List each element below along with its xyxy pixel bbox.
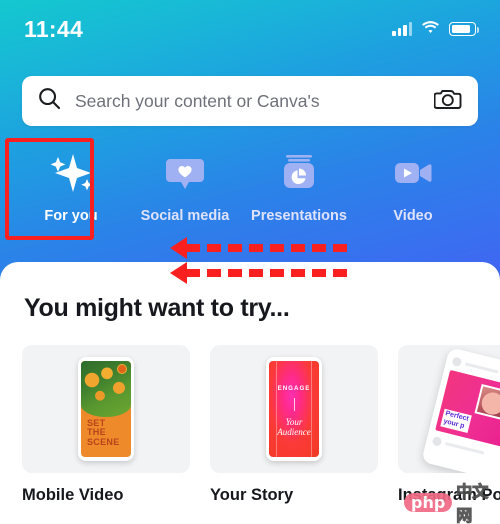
card-label: Instagram Po: [398, 486, 500, 504]
card-thumbnail[interactable]: ENGAGE Your Audience: [210, 345, 378, 473]
avatar: [451, 356, 463, 368]
placeholder-line: [464, 362, 499, 374]
annotation-arrow-upper: [170, 237, 347, 259]
category-item-for-you[interactable]: For you: [14, 140, 128, 224]
category-item-video[interactable]: Video: [356, 140, 470, 224]
phone-mockup: Perfect your p: [421, 347, 500, 473]
signal-bars-icon: [392, 22, 412, 36]
template-card-list: SET THE SCENE Mobile Video ENGAGE Your A…: [22, 345, 500, 505]
post-photo: [474, 383, 500, 425]
camera-icon[interactable]: [433, 87, 462, 115]
battery-icon: [449, 22, 479, 36]
card-thumbnail[interactable]: Perfect your p: [398, 345, 500, 473]
phone-mockup: ENGAGE Your Audience: [266, 357, 322, 461]
avatar: [431, 435, 443, 447]
card-thumbnail[interactable]: SET THE SCENE: [22, 345, 190, 473]
template-card-instagram-post[interactable]: Perfect your p Instagram Po: [398, 345, 500, 505]
annotation-arrow-lower: [170, 262, 347, 284]
thumb-caption: Perfect your p: [440, 408, 472, 433]
page-title: You might want to try...: [24, 294, 290, 322]
divider: [293, 398, 295, 411]
content-sheet: You might want to try... SET THE SCENE M…: [0, 262, 500, 524]
sparkle-icon: [43, 150, 99, 196]
wifi-icon: [421, 20, 440, 39]
phone-mockup: SET THE SCENE: [78, 357, 134, 461]
canva-home-screen: 11:44 Search your content or Canva's For…: [0, 0, 500, 524]
category-item-presentations[interactable]: Presentations: [242, 140, 356, 224]
thumb-headline: SET THE SCENE: [87, 417, 120, 447]
category-label: For you: [44, 208, 98, 224]
thumb-audience-text: Your Audience: [277, 417, 311, 437]
placeholder-line: [444, 441, 485, 455]
thumb-engage-text: ENGAGE: [277, 385, 311, 392]
search-bar[interactable]: Search your content or Canva's: [22, 76, 478, 126]
orange-badge-icon: [117, 364, 127, 374]
category-item-print[interactable]: Pr: [470, 140, 500, 224]
category-label: Presentations: [251, 208, 347, 224]
category-item-social-media[interactable]: Social media: [128, 140, 242, 224]
presentation-chart-icon: [276, 150, 322, 196]
status-bar: 11:44: [0, 0, 500, 58]
category-label: Video: [393, 208, 433, 224]
category-label: Social media: [140, 208, 230, 224]
search-icon: [38, 87, 61, 115]
status-time: 11:44: [24, 15, 84, 42]
card-label: Your Story: [210, 486, 294, 504]
heart-bubble-icon: [162, 150, 208, 196]
card-label: Mobile Video: [22, 486, 124, 504]
search-input[interactable]: Search your content or Canva's: [75, 91, 434, 112]
status-icon-group: [392, 20, 479, 39]
category-row[interactable]: For you Social media Presentations Video: [0, 140, 500, 240]
video-camera-icon: [390, 150, 436, 196]
template-card-mobile-video[interactable]: SET THE SCENE Mobile Video: [22, 345, 190, 505]
template-card-your-story[interactable]: ENGAGE Your Audience Your Story: [210, 345, 378, 505]
